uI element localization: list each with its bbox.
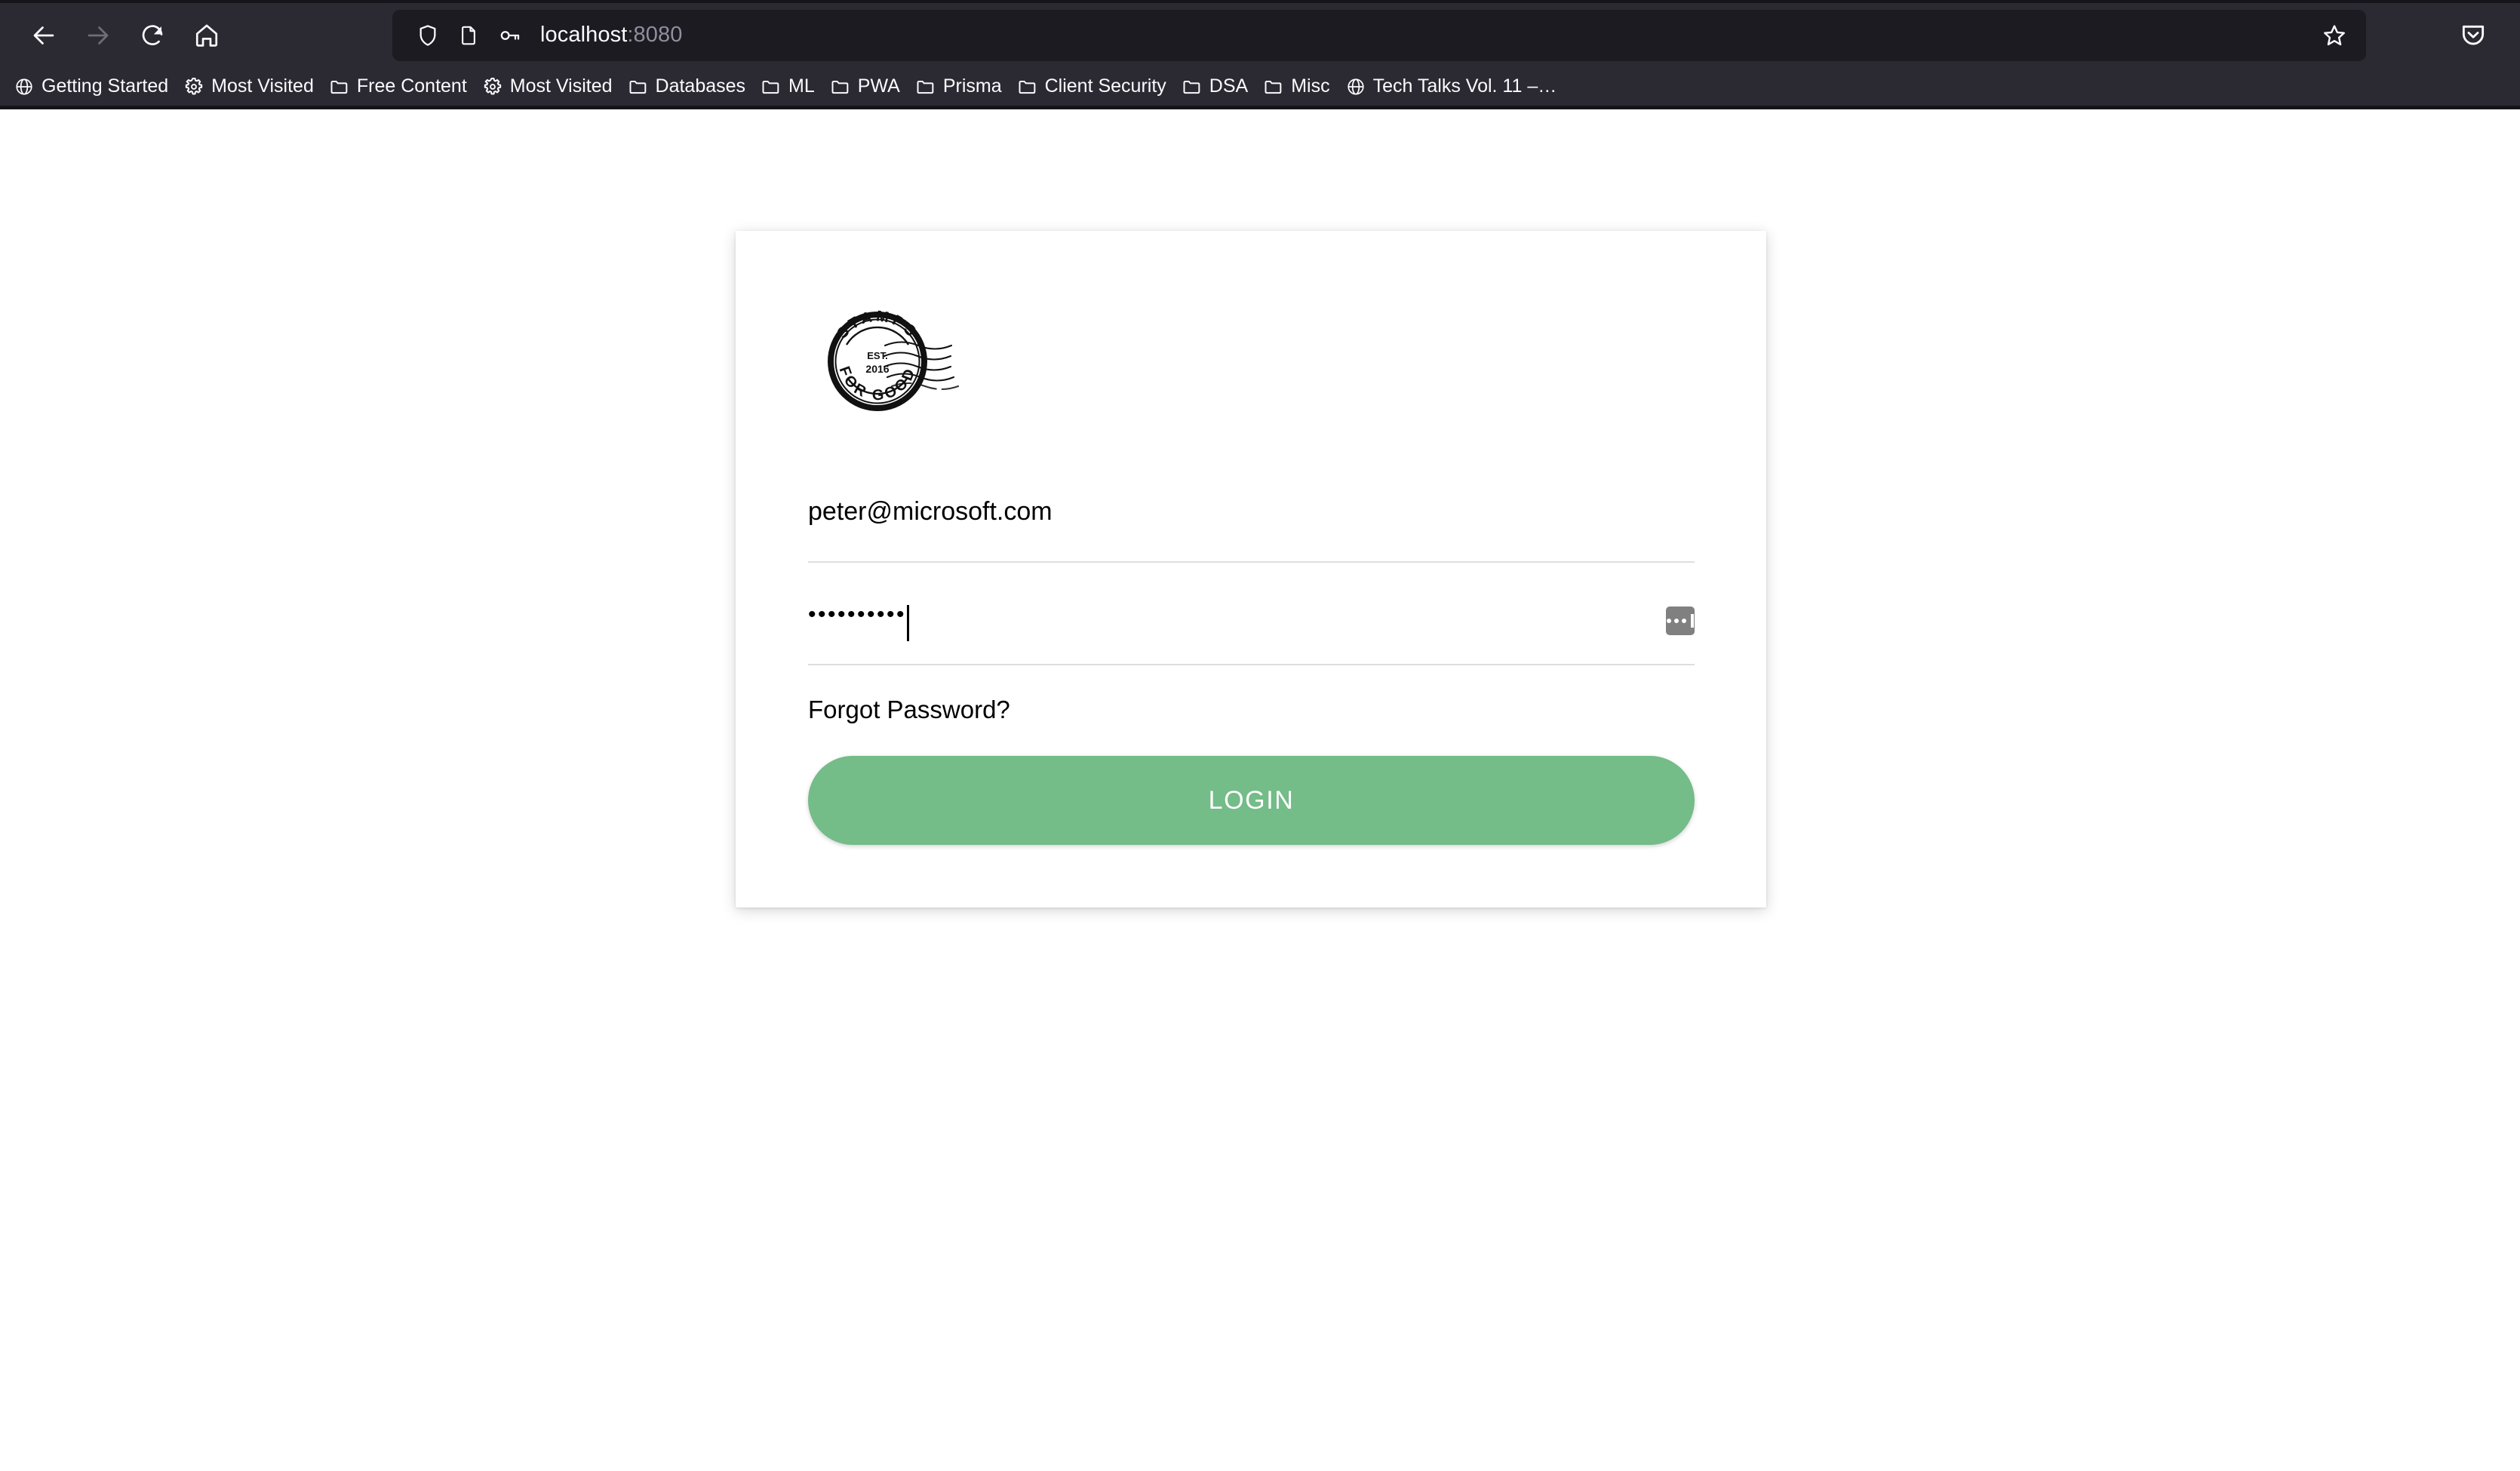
bookmarks-toolbar: Getting Started Most Visited Free Content M… [0, 67, 2520, 109]
svg-text:2016: 2016 [865, 363, 889, 375]
pocket-button[interactable] [2451, 13, 2496, 58]
bookmark-item[interactable]: DSA [1174, 70, 1255, 103]
password-reveal-icon[interactable] [1666, 607, 1695, 635]
bookmark-label: Getting Started [41, 75, 169, 97]
folder-icon [1182, 76, 1203, 97]
url-port: :8080 [627, 23, 683, 47]
stamp-logo-icon: STAMPS FOR GOOD EST. 2016 [828, 308, 960, 411]
bookmark-item[interactable]: Tech Talks Vol. 11 –… [1338, 70, 1565, 103]
bookmark-item[interactable]: Free Content [321, 70, 475, 103]
reload-button[interactable] [125, 8, 180, 63]
folder-icon [830, 76, 851, 97]
bookmark-label: ML [788, 75, 815, 97]
page-content: STAMPS FOR GOOD EST. 2016 peter@microsof… [0, 109, 2520, 1470]
bookmark-item[interactable]: Getting Started [6, 70, 176, 103]
reload-icon [142, 24, 163, 45]
folder-icon [1017, 76, 1038, 97]
url-text[interactable]: localhost:8080 [540, 23, 2313, 48]
stamps-for-good-logo: STAMPS FOR GOOD EST. 2016 [806, 290, 1032, 433]
login-card: STAMPS FOR GOOD EST. 2016 peter@microsof… [736, 231, 1766, 907]
forward-button[interactable] [71, 8, 125, 63]
reveal-dot [1682, 619, 1686, 623]
folder-icon [628, 76, 649, 97]
browser-chrome: localhost:8080 Getting Started Most Visit… [0, 0, 2520, 109]
bookmark-label: Client Security [1044, 75, 1166, 97]
bookmark-item[interactable]: ML [753, 70, 822, 103]
star-icon [2324, 24, 2345, 45]
pocket-icon [2462, 25, 2485, 45]
folder-icon [1263, 76, 1284, 97]
bookmark-label: Tech Talks Vol. 11 –… [1372, 75, 1557, 97]
folder-icon [329, 76, 350, 97]
url-host: localhost [540, 23, 628, 47]
password-value: •••••••••• [808, 602, 907, 627]
globe-icon [1345, 76, 1366, 97]
shield-icon[interactable] [407, 15, 448, 56]
email-field[interactable]: peter@microsoft.com [808, 472, 1695, 563]
bookmark-label: Databases [655, 75, 746, 97]
back-arrow-icon [33, 26, 54, 45]
bookmark-star-button[interactable] [2313, 14, 2356, 57]
url-bar[interactable]: localhost:8080 [392, 9, 2366, 61]
gear-icon [482, 76, 503, 97]
reveal-dot [1667, 619, 1671, 623]
bookmark-item[interactable]: Misc [1255, 70, 1337, 103]
forgot-password-link[interactable]: Forgot Password? [808, 696, 1010, 724]
bookmark-label: Free Content [356, 75, 467, 97]
home-icon [195, 24, 218, 47]
text-caret [907, 605, 910, 641]
bookmark-item[interactable]: PWA [822, 70, 908, 103]
reveal-bar [1691, 614, 1694, 628]
bookmark-label: PWA [857, 75, 900, 97]
bookmark-item[interactable]: Client Security [1010, 70, 1174, 103]
forward-arrow-icon [88, 26, 109, 45]
bookmark-label: Prisma [942, 75, 1002, 97]
home-button[interactable] [180, 8, 234, 63]
folder-icon [761, 76, 782, 97]
bookmark-label: Most Visited [211, 75, 314, 97]
bookmark-item[interactable]: Most Visited [176, 70, 321, 103]
login-button[interactable]: LOGIN [808, 756, 1695, 845]
bookmark-label: DSA [1209, 75, 1249, 97]
bookmark-label: Misc [1291, 75, 1330, 97]
key-icon[interactable] [489, 15, 530, 56]
bookmark-item[interactable]: Prisma [908, 70, 1010, 103]
bookmark-item[interactable]: Databases [620, 70, 754, 103]
gear-icon [183, 76, 204, 97]
folder-icon [915, 76, 936, 97]
password-field[interactable]: •••••••••• [808, 575, 1695, 665]
globe-icon [14, 76, 35, 97]
page-icon[interactable] [448, 15, 489, 56]
navigation-toolbar: localhost:8080 [0, 3, 2520, 67]
reveal-dot [1674, 619, 1679, 623]
bookmark-item[interactable]: Most Visited [475, 70, 620, 103]
login-form: peter@microsoft.com •••••••••• Forgot Pa… [808, 472, 1695, 845]
bookmark-label: Most Visited [509, 75, 613, 97]
back-button[interactable] [17, 8, 71, 63]
email-value: peter@microsoft.com [808, 497, 1053, 526]
